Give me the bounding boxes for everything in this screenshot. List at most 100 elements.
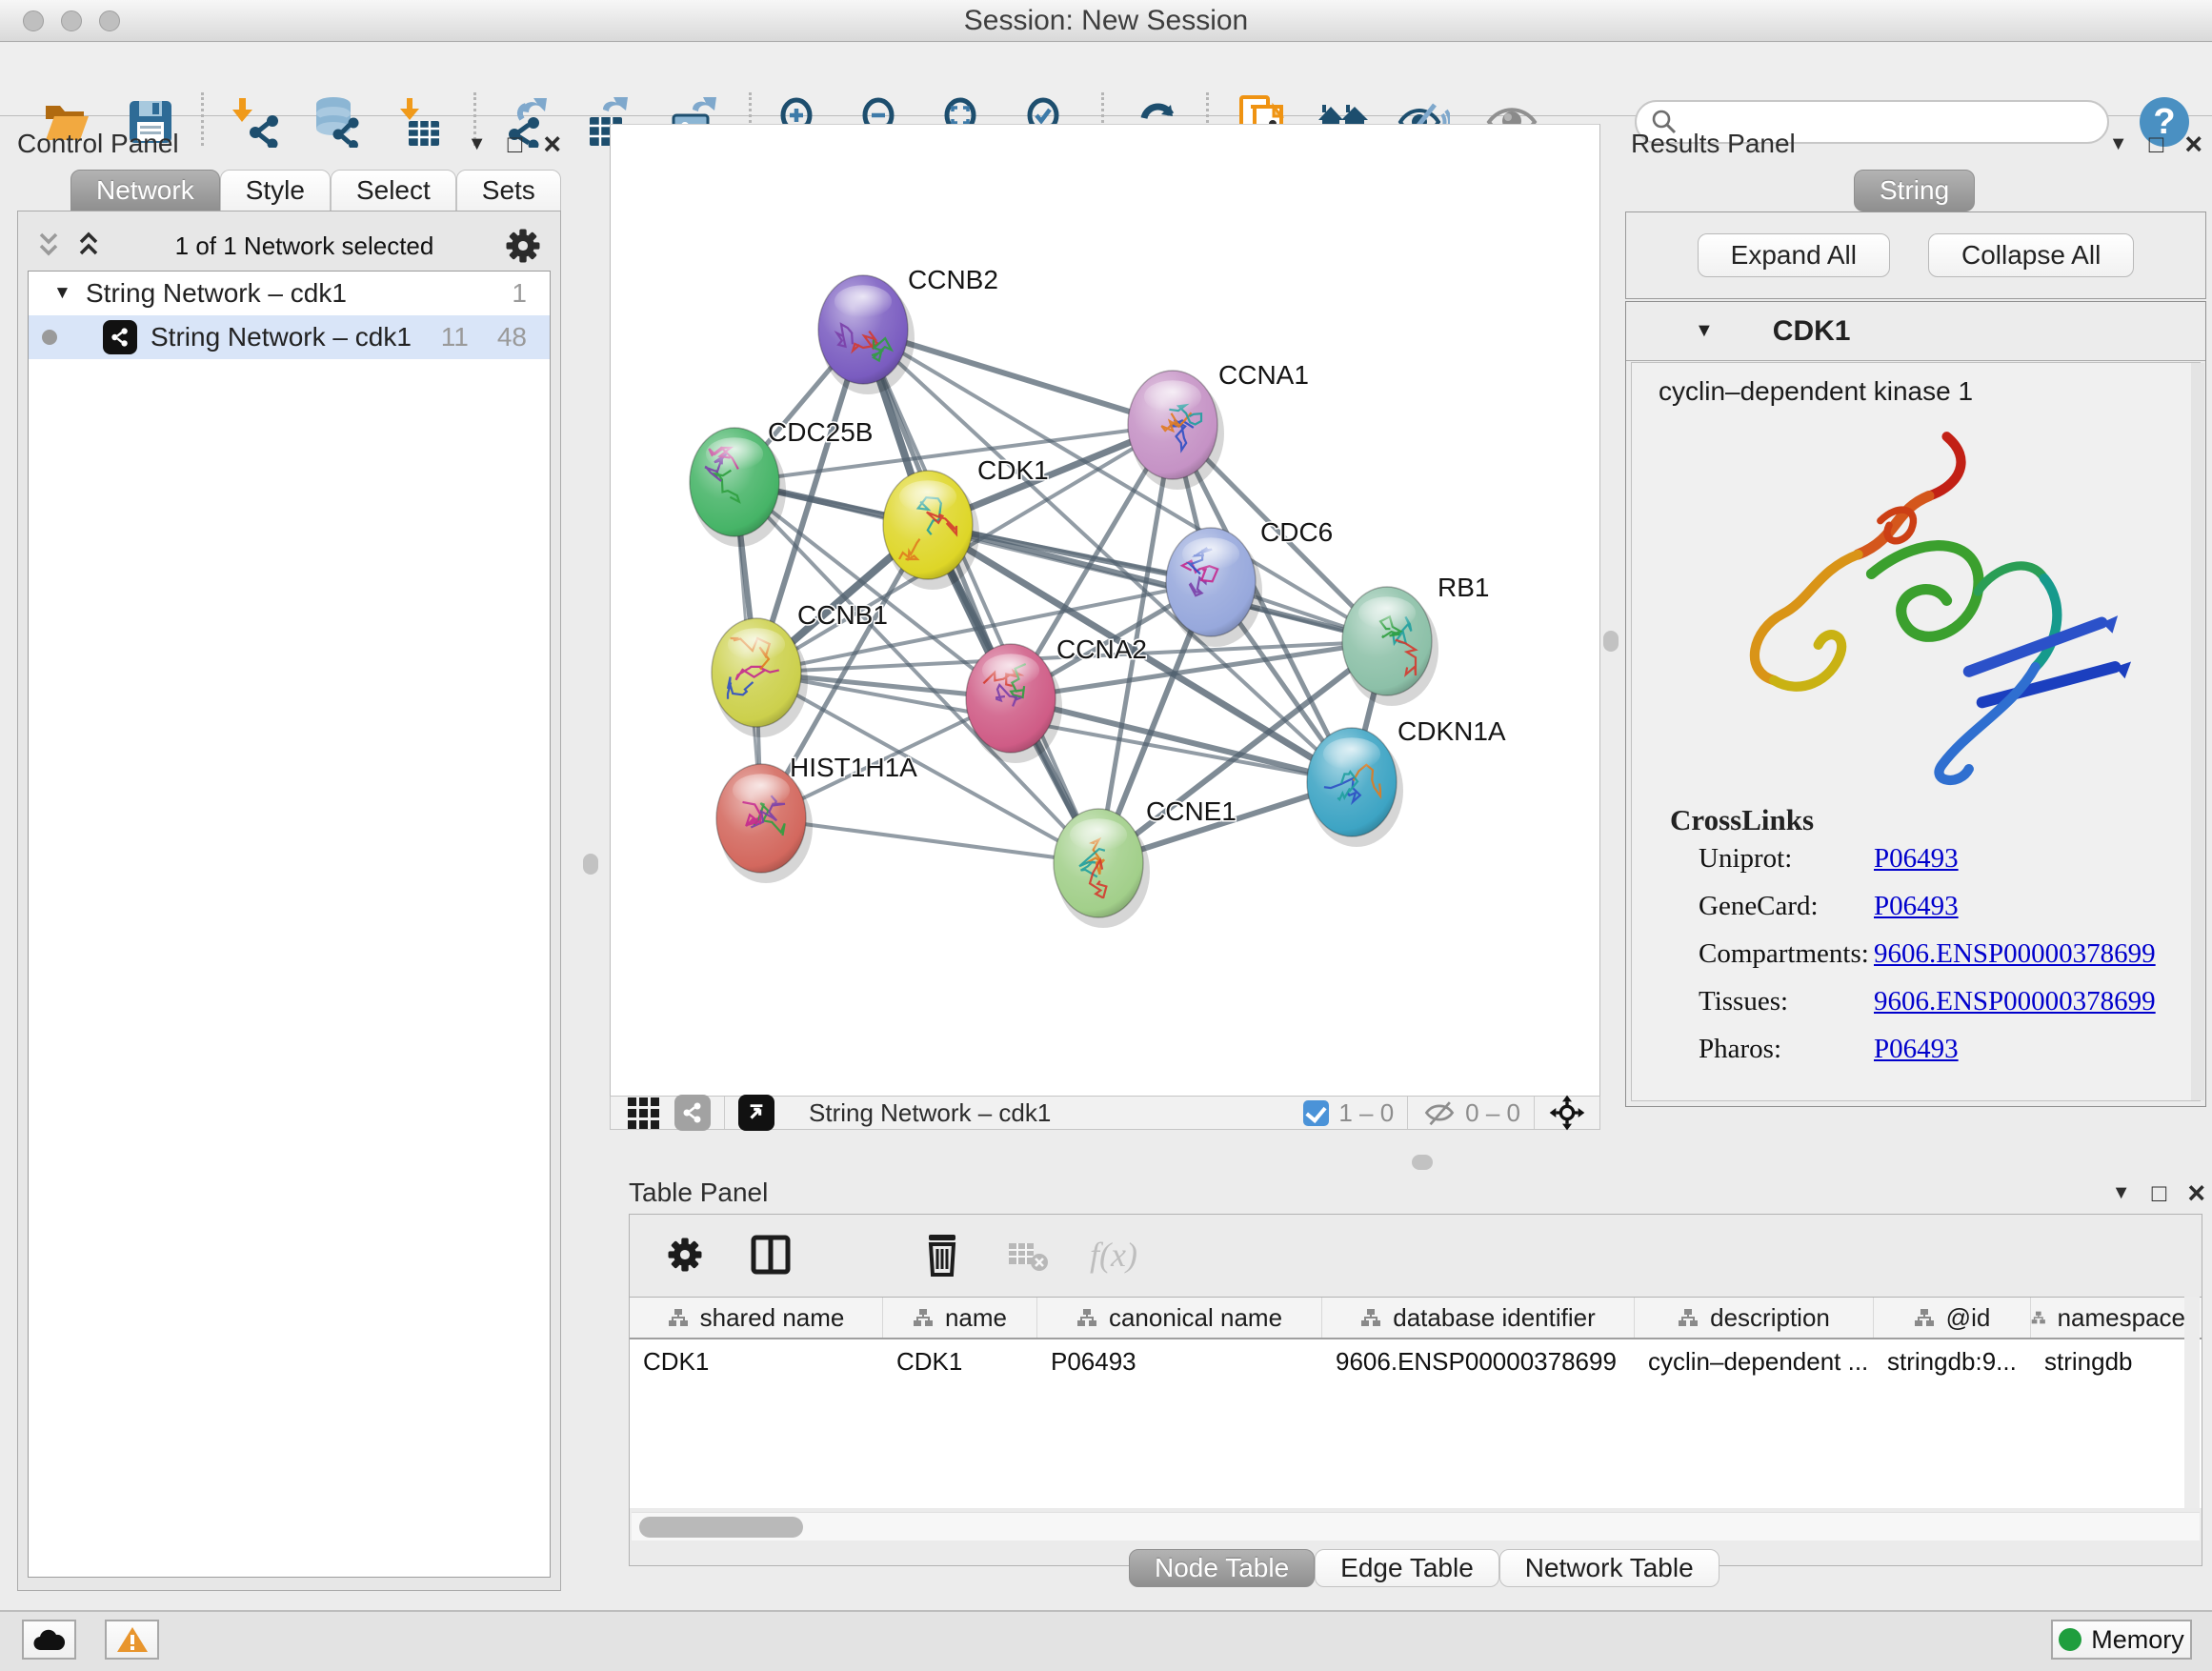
minimize-window-button[interactable] bbox=[61, 10, 82, 31]
close-window-button[interactable] bbox=[23, 10, 44, 31]
delete-table-icon bbox=[1003, 1230, 1053, 1279]
network-node[interactable]: CCNB2 bbox=[818, 265, 998, 394]
tab-string[interactable]: String bbox=[1854, 170, 1975, 211]
column-header-@id[interactable]: @id bbox=[1874, 1298, 2031, 1338]
network-node[interactable]: RB1 bbox=[1342, 573, 1489, 706]
panel-float-icon[interactable]: □ bbox=[508, 131, 523, 156]
table-cell[interactable]: 9606.ENSP00000378699 bbox=[1322, 1339, 1635, 1383]
expand-all-button[interactable]: Expand All bbox=[1698, 233, 1890, 277]
hidden-eye-icon[interactable] bbox=[1421, 1098, 1458, 1127]
table-cell[interactable]: P06493 bbox=[1037, 1339, 1322, 1383]
network-node[interactable]: HIST1H1A bbox=[716, 753, 917, 883]
network-node[interactable]: CDC6 bbox=[1166, 517, 1333, 647]
section-caret-icon[interactable]: ▼ bbox=[1695, 320, 1714, 342]
edge-count: 48 bbox=[497, 322, 527, 352]
node-table: shared namenamecanonical namedatabase id… bbox=[630, 1297, 2202, 1508]
view-grid-icon[interactable] bbox=[628, 1097, 659, 1129]
network-canvas[interactable]: CCNB2CCNA1CDC25BCDK1CDC6RB1CCNB1CCNA2CDK… bbox=[610, 124, 1600, 1096]
selected-checkbox-icon[interactable] bbox=[1303, 1100, 1329, 1126]
table-cell[interactable]: stringdb bbox=[2031, 1339, 2186, 1383]
table-row[interactable]: CDK1CDK1P064939606.ENSP00000378699cyclin… bbox=[630, 1339, 2202, 1383]
add-column-icon[interactable] bbox=[832, 1230, 881, 1279]
network-node[interactable]: CDC25B bbox=[690, 417, 873, 547]
network-edge[interactable] bbox=[863, 330, 1098, 863]
tab-style[interactable]: Style bbox=[220, 170, 331, 211]
crosslink-link[interactable]: P06493 bbox=[1874, 1034, 1959, 1065]
crosslink-link[interactable]: 9606.ENSP00000378699 bbox=[1874, 938, 2156, 970]
tab-network-table[interactable]: Network Table bbox=[1499, 1549, 1719, 1587]
panel-float-icon[interactable]: □ bbox=[2152, 1180, 2167, 1205]
table-cell[interactable]: stringdb:9... bbox=[1874, 1339, 2031, 1383]
column-header-description[interactable]: description bbox=[1635, 1298, 1874, 1338]
panel-close-icon[interactable]: × bbox=[2187, 1178, 2205, 1208]
crosslink-link[interactable]: P06493 bbox=[1874, 843, 1959, 875]
crosslink-link[interactable]: P06493 bbox=[1874, 891, 1959, 922]
cloud-status-button[interactable] bbox=[22, 1620, 76, 1660]
collapse-all-icon[interactable] bbox=[35, 232, 68, 260]
tab-sets[interactable]: Sets bbox=[456, 170, 561, 211]
network-node[interactable]: CCNE1 bbox=[1054, 796, 1237, 928]
column-header-name[interactable]: name bbox=[883, 1298, 1037, 1338]
panel-close-icon[interactable]: × bbox=[543, 129, 561, 159]
results-scrollbar[interactable] bbox=[2191, 363, 2204, 1100]
delete-column-icon[interactable] bbox=[917, 1230, 967, 1279]
crosslinks-heading: CrossLinks bbox=[1670, 803, 2200, 837]
main-toolbar: ? bbox=[0, 43, 2212, 116]
protein-section-header[interactable]: ▼ CDK1 bbox=[1626, 302, 2205, 361]
gear-icon[interactable] bbox=[501, 224, 545, 268]
node-label: CDC6 bbox=[1260, 517, 1333, 547]
warnings-button[interactable] bbox=[105, 1620, 159, 1660]
network-collection-row[interactable]: ▼ String Network – cdk1 1 bbox=[29, 272, 550, 315]
network-node[interactable]: CDK1 bbox=[883, 455, 1049, 590]
zoom-window-button[interactable] bbox=[99, 10, 120, 31]
network-overview-icon[interactable] bbox=[674, 1095, 711, 1131]
table-toolbar: f(x) bbox=[630, 1215, 2202, 1295]
crosslink-row: Pharos:P06493 bbox=[1699, 1034, 2200, 1065]
right-splitter-handle[interactable] bbox=[1603, 631, 1619, 652]
panel-menu-icon[interactable]: ▼ bbox=[2112, 1183, 2131, 1202]
tab-node-table[interactable]: Node Table bbox=[1129, 1549, 1315, 1587]
table-cell[interactable]: CDK1 bbox=[883, 1339, 1037, 1383]
tab-edge-table[interactable]: Edge Table bbox=[1315, 1549, 1499, 1587]
column-header-database-identifier[interactable]: database identifier bbox=[1322, 1298, 1635, 1338]
show-columns-icon[interactable] bbox=[746, 1230, 795, 1279]
app-statusbar: Memory bbox=[0, 1610, 2212, 1671]
crosslink-label: Tissues: bbox=[1699, 986, 1870, 1017]
column-header-canonical-name[interactable]: canonical name bbox=[1037, 1298, 1322, 1338]
network-label: String Network – cdk1 bbox=[151, 322, 441, 352]
column-header-shared-name[interactable]: shared name bbox=[630, 1298, 883, 1338]
expand-all-icon[interactable] bbox=[75, 232, 108, 260]
panel-menu-icon[interactable]: ▼ bbox=[2109, 134, 2128, 153]
crosslink-row: Uniprot:P06493 bbox=[1699, 843, 2200, 875]
crosslink-label: Uniprot: bbox=[1699, 843, 1870, 875]
table-cell[interactable]: cyclin–dependent ... bbox=[1635, 1339, 1874, 1383]
table-gear-icon[interactable] bbox=[660, 1230, 710, 1279]
tab-network[interactable]: Network bbox=[70, 170, 220, 211]
scrollbar-thumb[interactable] bbox=[639, 1517, 803, 1538]
current-network-name: String Network – cdk1 bbox=[809, 1098, 1303, 1128]
table-cell[interactable]: CDK1 bbox=[630, 1339, 883, 1383]
tree-caret-icon[interactable]: ▼ bbox=[53, 283, 86, 304]
table-vertical-scrollbar[interactable] bbox=[2184, 1297, 2200, 1508]
panel-float-icon[interactable]: □ bbox=[2149, 131, 2164, 156]
panel-menu-icon[interactable]: ▼ bbox=[468, 134, 487, 153]
collapse-all-button[interactable]: Collapse All bbox=[1928, 233, 2134, 277]
network-row[interactable]: String Network – cdk1 11 48 bbox=[29, 315, 550, 359]
memory-button[interactable]: Memory bbox=[2051, 1620, 2192, 1660]
memory-status-icon bbox=[2059, 1628, 2081, 1651]
panel-close-icon[interactable]: × bbox=[2184, 129, 2202, 159]
node-label: CCNB2 bbox=[908, 265, 998, 294]
pan-crosshair-icon[interactable] bbox=[1548, 1094, 1586, 1132]
crosslink-link[interactable]: 9606.ENSP00000378699 bbox=[1874, 986, 2156, 1017]
table-panel: Table Panel ▼ □ × f(x) shared namenameca… bbox=[617, 1172, 2212, 1593]
tab-select[interactable]: Select bbox=[331, 170, 456, 211]
table-horizontal-scrollbar[interactable] bbox=[632, 1512, 2200, 1540]
memory-label: Memory bbox=[2091, 1625, 2184, 1655]
network-node[interactable]: CDKN1A bbox=[1307, 716, 1506, 847]
bottom-splitter-handle[interactable] bbox=[1412, 1155, 1433, 1170]
left-splitter-handle[interactable] bbox=[583, 854, 598, 875]
table-header-row: shared namenamecanonical namedatabase id… bbox=[630, 1298, 2202, 1339]
column-header-namespace[interactable]: namespace bbox=[2031, 1298, 2186, 1338]
control-panel: Control Panel ▼ □ × NetworkStyleSelectSe… bbox=[10, 124, 569, 1593]
birds-eye-view-icon[interactable] bbox=[738, 1095, 774, 1131]
